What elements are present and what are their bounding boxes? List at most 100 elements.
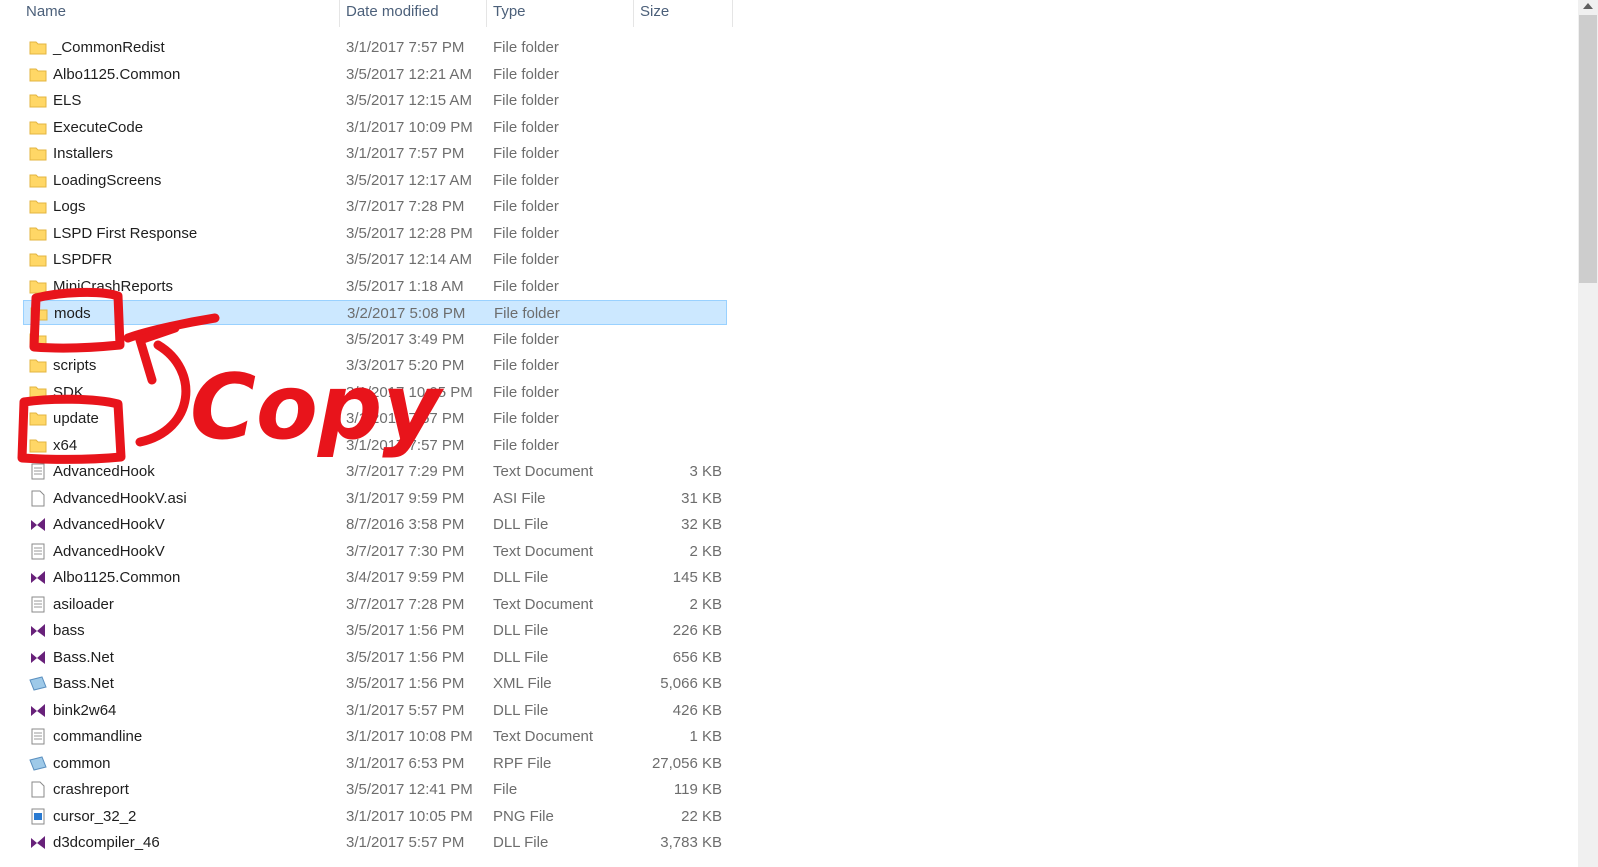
file-type: Text Document xyxy=(493,542,594,560)
file-type: File folder xyxy=(493,277,559,295)
scrollbar-thumb[interactable] xyxy=(1579,15,1597,283)
file-type: Text Document xyxy=(493,595,594,613)
file-row[interactable]: Bass.Net 3/5/2017 1:56 PM XML File 5,066 KB xyxy=(23,671,727,696)
folder-icon xyxy=(29,384,47,401)
file-size: 2 KB xyxy=(689,595,722,613)
folder-row[interactable]: SDK 3/1/2017 10:05 PM File folder xyxy=(23,380,727,405)
file-date-modified: 3/5/2017 1:56 PM xyxy=(346,675,465,692)
folder-row[interactable]: mods 3/2/2017 5:08 PM File folder xyxy=(23,300,727,325)
file-row[interactable]: AdvancedHookV 3/7/2017 7:30 PM Text Docume… xyxy=(23,539,727,564)
file-type: File folder xyxy=(493,251,559,268)
vertical-scrollbar[interactable] xyxy=(1578,0,1598,867)
file-date-modified: 3/5/2017 1:56 PM xyxy=(346,648,465,666)
file-date-modified: 3/7/2017 7:28 PM xyxy=(346,198,465,215)
file-row[interactable]: d3dcompiler_46 3/1/2017 5:57 PM DLL File 3,… xyxy=(23,830,727,855)
file-type: DLL File xyxy=(493,648,549,666)
file-type: File folder xyxy=(493,224,559,242)
file-name: LSPD First Response xyxy=(53,224,198,242)
file-row[interactable]: common 3/1/2017 6:53 PM RPF File 27,056 KB xyxy=(23,751,727,776)
folder-row[interactable]: update 3/1/2017 7:57 PM File folder xyxy=(23,406,727,431)
folder-row[interactable]: LSPD First Response 3/5/2017 12:28 PM File… xyxy=(23,221,727,246)
file-size: 2 KB xyxy=(689,542,722,560)
file-type: File folder xyxy=(493,65,559,83)
folder-row[interactable]: ELS 3/5/2017 12:15 AM File folder xyxy=(23,88,727,113)
dll-file-icon xyxy=(29,702,47,719)
blank-file-icon xyxy=(29,490,47,507)
folder-row[interactable]: _CommonRedist 3/1/2017 7:57 PM File folder xyxy=(23,35,727,60)
file-name: Albo1125.Common xyxy=(53,569,181,586)
file-size: 27,056 KB xyxy=(651,754,722,772)
folder-row[interactable]: Logs 3/7/2017 7:28 PM File folder xyxy=(23,194,727,219)
file-type: File folder xyxy=(493,145,559,162)
file-type: File folder xyxy=(493,410,559,427)
file-name: x64 xyxy=(53,436,78,454)
folder-icon xyxy=(29,437,47,454)
text-document-icon xyxy=(29,463,47,480)
folder-icon xyxy=(29,357,47,374)
folder-row[interactable]: ExecuteCode 3/1/2017 10:09 PM File folder xyxy=(23,115,727,140)
file-row[interactable]: cursor_32_2 3/1/2017 10:05 PM PNG File 22 K… xyxy=(23,804,727,829)
file-name: scripts xyxy=(53,357,97,374)
file-row[interactable]: bass 3/5/2017 1:56 PM DLL File 226 KB xyxy=(23,618,727,643)
file-name: commandline xyxy=(53,728,143,745)
file-date-modified: 8/7/2016 3:58 PM xyxy=(346,516,465,533)
file-date-modified: 3/5/2017 12:41 PM xyxy=(346,781,473,798)
file-type: PNG File xyxy=(493,807,554,825)
file-name: ExecuteCode xyxy=(53,118,144,136)
file-type: File folder xyxy=(493,198,559,215)
file-type: RPF File xyxy=(493,754,552,772)
file-date-modified: 3/7/2017 7:29 PM xyxy=(346,463,465,480)
file-size: 145 KB xyxy=(672,569,722,586)
folder-icon xyxy=(30,305,48,322)
file-row[interactable]: crashreport 3/5/2017 12:41 PM File 119 KB xyxy=(23,777,727,802)
rpf-file-icon xyxy=(29,755,47,772)
file-size: 119 KB xyxy=(673,781,722,798)
file-row[interactable]: AdvancedHookV 8/7/2016 3:58 PM DLL File 32 … xyxy=(23,512,727,537)
folder-row[interactable]: MiniCrashReports 3/5/2017 1:18 AM File fol… xyxy=(23,274,727,299)
file-date-modified: 3/5/2017 3:49 PM xyxy=(346,330,465,348)
folder-row[interactable]: Installers 3/1/2017 7:57 PM File folder xyxy=(23,141,727,166)
file-type: File folder xyxy=(493,330,559,348)
file-row[interactable]: commandline 3/1/2017 10:08 PM Text Documen… xyxy=(23,724,727,749)
file-type: Text Document xyxy=(493,463,594,480)
file-type: File folder xyxy=(493,357,559,374)
file-date-modified: 3/5/2017 12:14 AM xyxy=(346,251,472,268)
file-type: XML File xyxy=(493,675,552,692)
file-date-modified: 3/1/2017 9:59 PM xyxy=(346,489,465,507)
folder-row[interactable]: LSPDFR 3/5/2017 12:14 AM File folder xyxy=(23,247,727,272)
file-row[interactable]: bink2w64 3/1/2017 5:57 PM DLL File 426 KB xyxy=(23,698,727,723)
file-name: update xyxy=(53,410,99,427)
file-name: Logs xyxy=(53,198,86,215)
file-date-modified: 3/2/2017 5:08 PM xyxy=(347,305,466,322)
file-date-modified: 3/5/2017 12:28 PM xyxy=(346,224,473,242)
file-date-modified: 3/7/2017 7:28 PM xyxy=(346,595,465,613)
file-type: File folder xyxy=(494,305,560,322)
file-size: 3,783 KB xyxy=(660,834,722,851)
file-name: MiniCrashReports xyxy=(53,277,174,295)
file-row[interactable]: AdvancedHook 3/7/2017 7:29 PM Text Documen… xyxy=(23,459,727,484)
file-row[interactable]: Albo1125.Common 3/4/2017 9:59 PM DLL File 1… xyxy=(23,565,727,590)
file-type: File folder xyxy=(493,383,559,401)
file-name: mods xyxy=(54,305,91,322)
file-name: AdvancedHookV xyxy=(53,516,165,533)
file-date-modified: 3/5/2017 12:17 AM xyxy=(346,171,472,189)
file-size: 32 KB xyxy=(681,516,722,533)
dll-file-icon xyxy=(29,649,47,666)
folder-row[interactable]: Albo1125.Common 3/5/2017 12:21 AM File fol… xyxy=(23,62,727,87)
file-size: 656 KB xyxy=(672,648,722,666)
folder-icon xyxy=(29,119,47,136)
file-explorer-view: Name Date modified Type Size _CommonRedi… xyxy=(0,0,1598,867)
file-date-modified: 3/1/2017 7:57 PM xyxy=(346,145,465,162)
file-row[interactable]: asiloader 3/7/2017 7:28 PM Text Document 2 … xyxy=(23,592,727,617)
file-date-modified: 3/1/2017 5:57 PM xyxy=(346,701,465,719)
scroll-up-arrow-icon[interactable] xyxy=(1583,3,1593,9)
folder-row[interactable]: x64 3/1/2017 7:57 PM File folder xyxy=(23,433,727,458)
folder-row[interactable]: scripts 3/3/2017 5:20 PM File folder xyxy=(23,353,727,378)
folder-row[interactable]: LoadingScreens 3/5/2017 12:17 AM File fold… xyxy=(23,168,727,193)
folder-row[interactable]: 3/5/2017 3:49 PM File folder xyxy=(23,327,727,352)
file-row[interactable]: Bass.Net 3/5/2017 1:56 PM DLL File 656 KB xyxy=(23,645,727,670)
file-name: Bass.Net xyxy=(53,648,114,666)
file-row[interactable]: AdvancedHookV.asi 3/1/2017 9:59 PM ASI Fil… xyxy=(23,486,727,511)
file-name: d3dcompiler_46 xyxy=(53,834,160,851)
file-list: _CommonRedist 3/1/2017 7:57 PM File folder… xyxy=(0,0,760,867)
